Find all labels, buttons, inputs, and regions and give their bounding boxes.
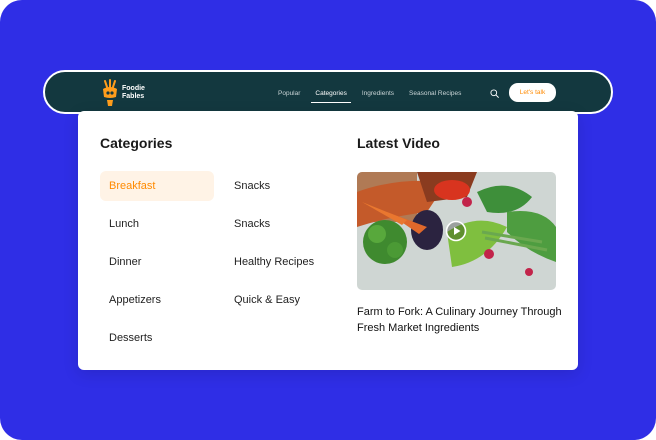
- video-caption[interactable]: Farm to Fork: A Culinary Journey Through…: [357, 304, 562, 336]
- category-item-dinner[interactable]: Dinner: [100, 247, 214, 277]
- nav-link-popular[interactable]: Popular: [274, 87, 304, 101]
- brand-name-line1: Foodie: [122, 85, 145, 92]
- category-item-lunch[interactable]: Lunch: [100, 209, 214, 239]
- category-item-snacks-2[interactable]: Snacks: [225, 209, 355, 239]
- categories-column-2: Snacks Snacks Healthy Recipes Quick & Ea…: [225, 171, 355, 323]
- brand-name: Foodie Fables: [122, 85, 145, 101]
- categories-column-1: Breakfast Lunch Dinner Appetizers Desser…: [100, 171, 214, 361]
- brand-logo[interactable]: Foodie Fables: [101, 79, 145, 107]
- category-item-quick-easy[interactable]: Quick & Easy: [225, 285, 355, 315]
- nav-link-ingredients[interactable]: Ingredients: [358, 87, 398, 101]
- play-icon[interactable]: [445, 220, 467, 242]
- chef-logo-icon: [103, 79, 117, 106]
- nav-link-categories[interactable]: Categories: [311, 87, 352, 103]
- page-background: Foodie Fables Popular Categories Ingredi…: [0, 0, 656, 440]
- category-item-snacks[interactable]: Snacks: [225, 171, 355, 201]
- lets-talk-button[interactable]: Let's talk: [509, 83, 556, 102]
- nav-link-seasonal-recipes[interactable]: Seasonal Recipes: [405, 87, 465, 101]
- brand-name-line2: Fables: [122, 93, 145, 100]
- nav-links: Popular Categories Ingredients Seasonal …: [274, 87, 465, 103]
- search-icon[interactable]: [490, 89, 499, 98]
- video-thumbnail[interactable]: [357, 172, 556, 290]
- categories-mega-menu: Categories Breakfast Lunch Dinner Appeti…: [78, 111, 578, 370]
- category-item-appetizers[interactable]: Appetizers: [100, 285, 214, 315]
- category-item-breakfast[interactable]: Breakfast: [100, 171, 214, 201]
- latest-video-heading: Latest Video: [357, 135, 440, 151]
- categories-heading: Categories: [100, 135, 173, 151]
- category-item-healthy-recipes[interactable]: Healthy Recipes: [225, 247, 355, 277]
- top-navigation-bar: Foodie Fables Popular Categories Ingredi…: [43, 70, 613, 114]
- category-item-desserts[interactable]: Desserts: [100, 323, 214, 353]
